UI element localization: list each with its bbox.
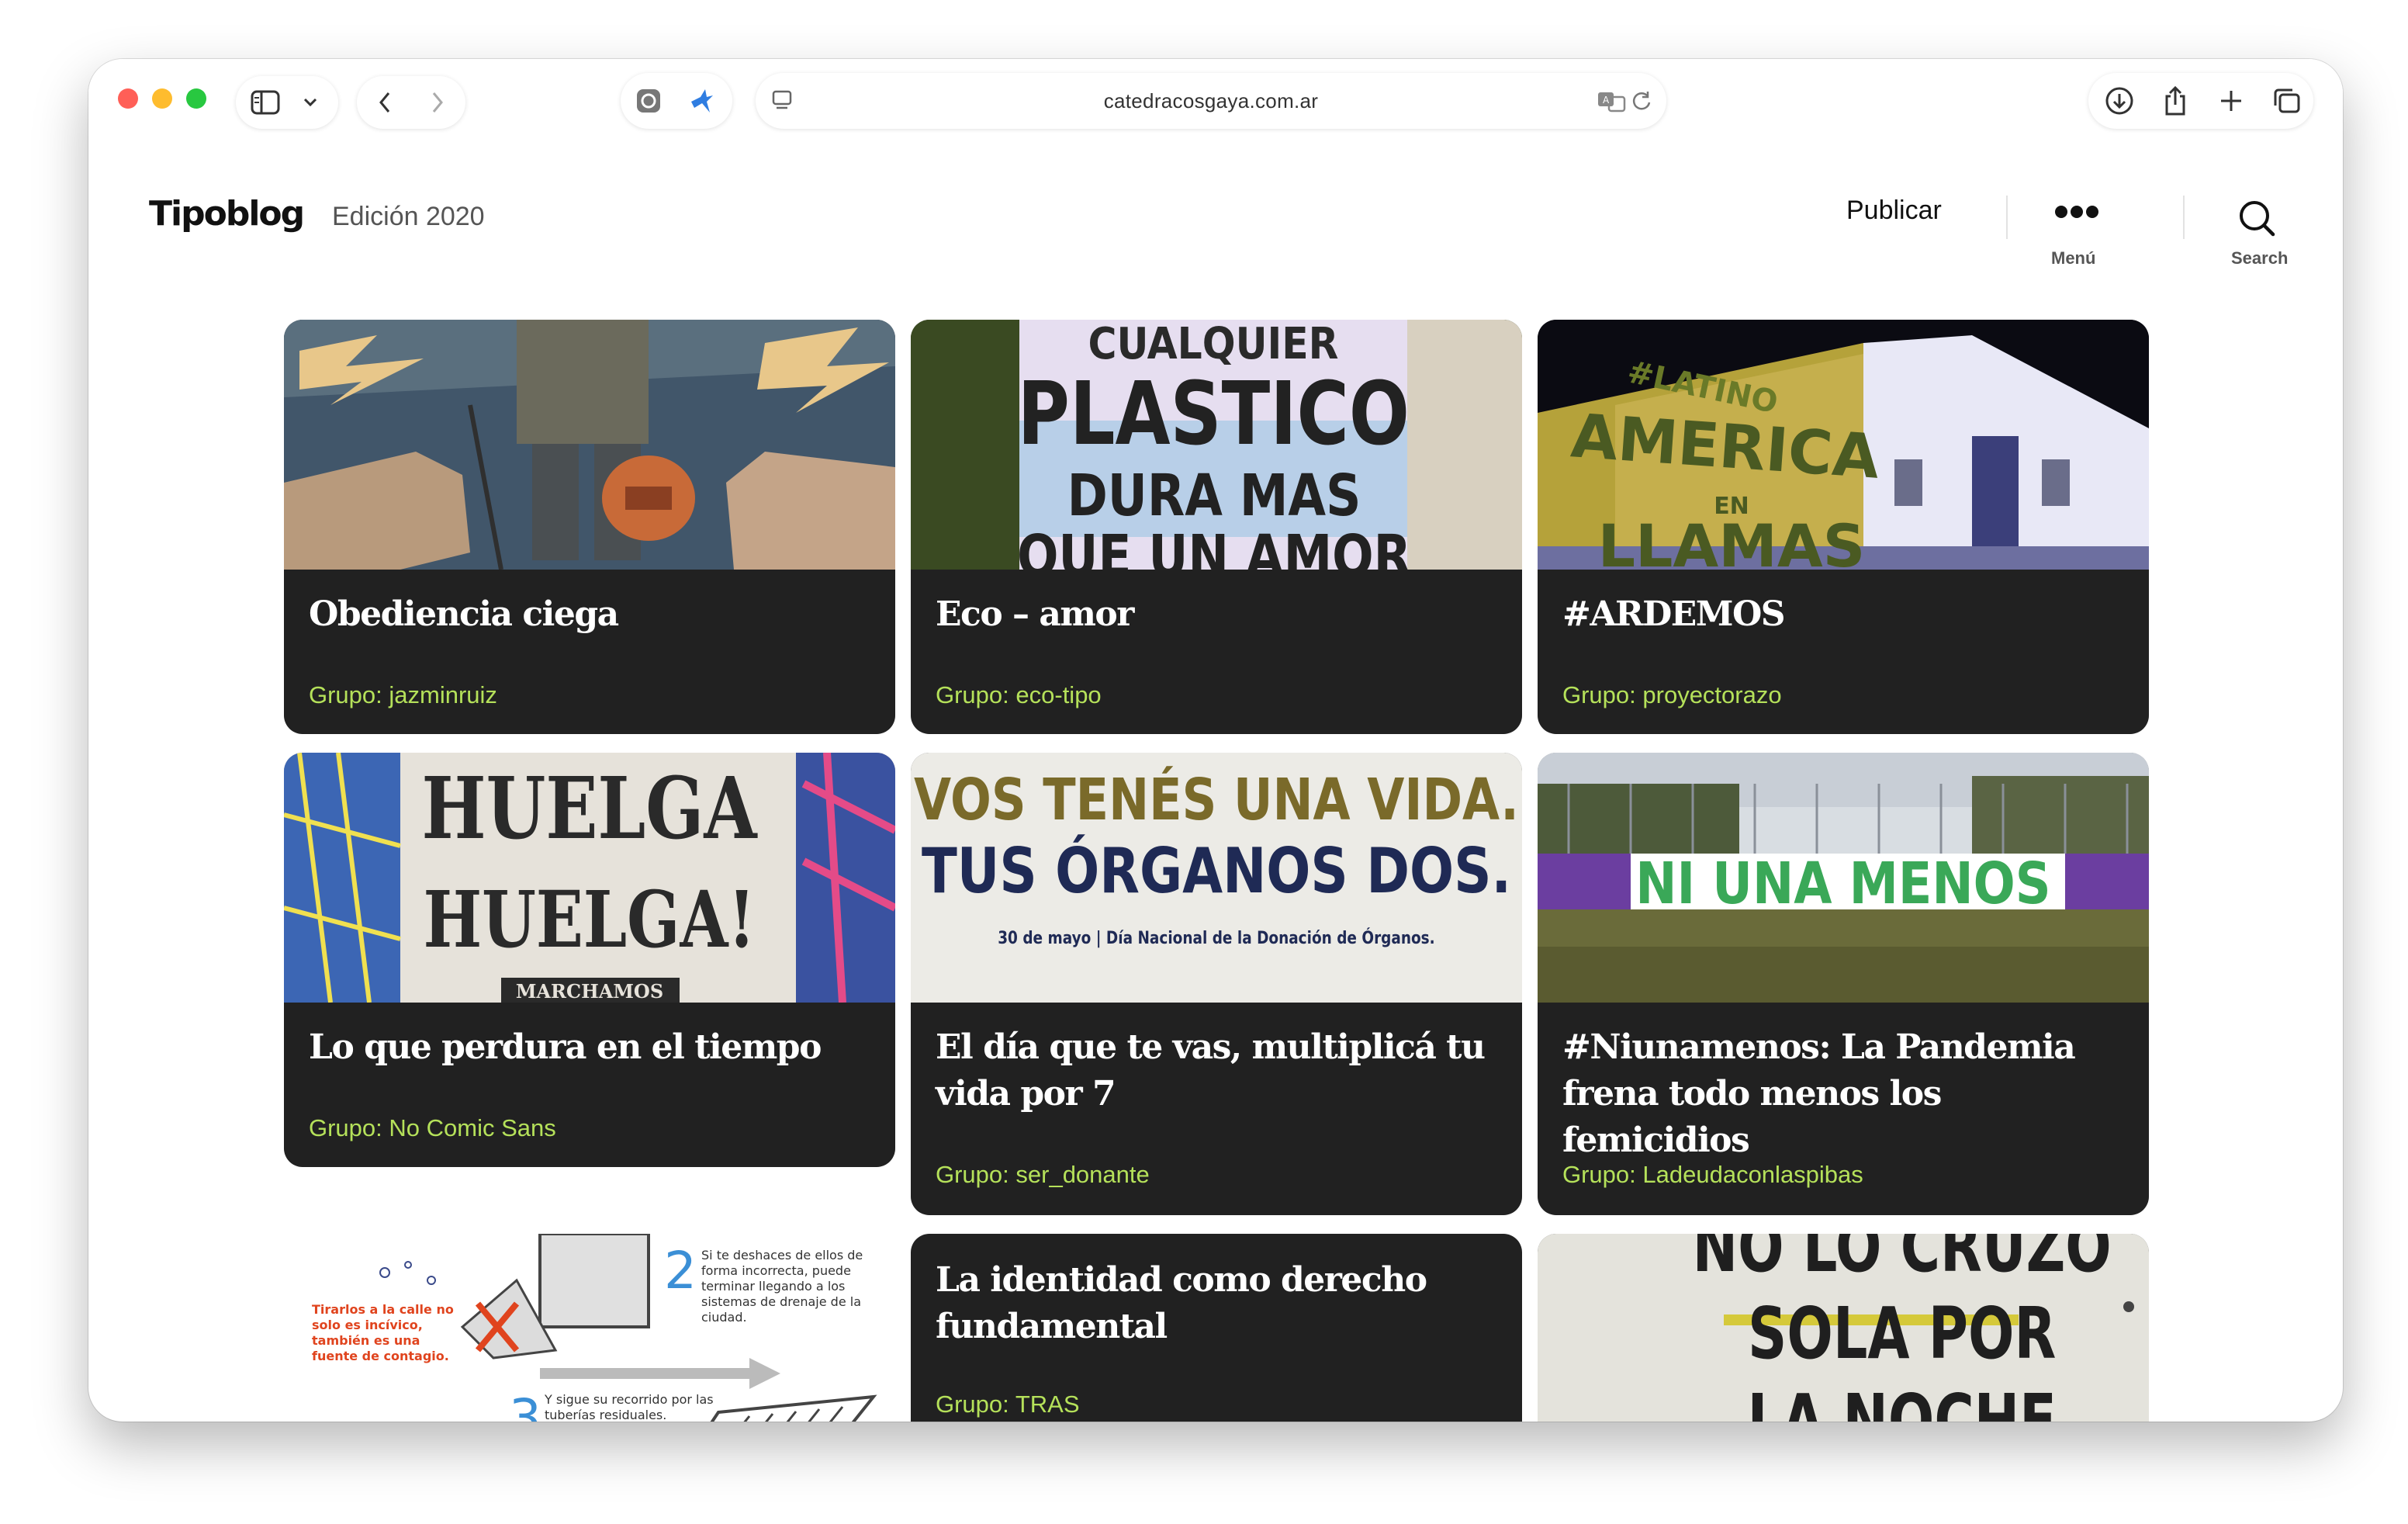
downloads-icon[interactable] [2104, 85, 2135, 116]
post-card[interactable]: La identidad como derecho fundamental Gr… [911, 1234, 1522, 1422]
image-text: MARCHAMOS [516, 980, 663, 1003]
image-text: 3 [509, 1388, 541, 1422]
image-text: NI UNA MENOS [1635, 850, 2050, 917]
share-icon[interactable] [2160, 84, 2191, 118]
extension-grammar-icon[interactable] [635, 87, 663, 115]
header-divider [2183, 196, 2185, 239]
post-card[interactable]: #LATINO AMERICA EN LLAMAS #ARDEMOS Grupo… [1538, 320, 2149, 734]
site-edition: Edición 2020 [332, 202, 485, 231]
close-window-button[interactable] [118, 88, 138, 109]
publicar-link[interactable]: Publicar [1846, 196, 1942, 226]
new-tab-icon[interactable] [2216, 85, 2247, 116]
post-image-comic[interactable] [284, 320, 895, 570]
svg-text:A: A [1603, 95, 1610, 106]
post-card[interactable]: NO LO CRUZO SOLA POR LA NOCHE [1538, 1234, 2149, 1422]
image-text: SOLA POR [1748, 1293, 2056, 1376]
address-bar[interactable]: catedracosgaya.com.ar A [756, 73, 1666, 129]
image-text: HUELGA [421, 758, 758, 858]
search-label[interactable]: Search [2231, 248, 2288, 268]
post-image-infographic[interactable]: 2 Si te deshaces de ellos de forma incor… [284, 1234, 895, 1422]
post-title[interactable]: #ARDEMOS [1562, 591, 2124, 638]
post-group[interactable]: Grupo: jazminruiz [309, 681, 497, 709]
image-text: TUS ÓRGANOS DOS. [922, 835, 1511, 907]
post-card[interactable]: CUALQUIER PLASTICO DURA MAS QUE UN AMOR … [911, 320, 1522, 734]
image-text: HUELGA! [424, 875, 756, 965]
post-title[interactable]: Lo que perdura en el tiempo [309, 1024, 870, 1071]
post-group[interactable]: Grupo: eco-tipo [936, 681, 1102, 709]
navigation-group [357, 76, 465, 129]
translate-icon[interactable]: A [1597, 87, 1628, 115]
menu-label[interactable]: Menú [2051, 248, 2095, 268]
post-group[interactable]: Grupo: TRAS [936, 1391, 1080, 1418]
post-card[interactable]: HUELGA HUELGA! MARCHAMOS Lo que perdura … [284, 753, 895, 1167]
post-card[interactable]: 2 Si te deshaces de ellos de forma incor… [284, 1234, 895, 1422]
image-text: DURA MAS [1067, 462, 1361, 529]
image-text: Y sigue su recorrido por las tuberías re… [545, 1392, 714, 1422]
minimize-window-button[interactable] [152, 88, 172, 109]
chevron-down-icon[interactable] [298, 90, 323, 115]
zoom-window-button[interactable] [186, 88, 206, 109]
image-text: 30 de mayo | Día Nacional de la Donación… [998, 927, 1434, 948]
sidebar-icon[interactable] [250, 87, 281, 118]
post-title[interactable]: Eco – amor [936, 591, 1497, 638]
site-logo[interactable]: Tipoblog [149, 194, 305, 234]
image-text: LLAMAS [1598, 511, 1866, 570]
image-text: 2 [664, 1241, 697, 1301]
image-text: PLASTICO [1018, 364, 1410, 465]
post-card[interactable]: VOS TENÉS UNA VIDA. TUS ÓRGANOS DOS. 30 … [911, 753, 1522, 1215]
url-text: catedracosgaya.com.ar [1103, 89, 1319, 113]
post-group[interactable]: Grupo: ser_donante [936, 1161, 1150, 1189]
back-button[interactable] [369, 87, 400, 118]
post-title[interactable]: El día que te vas, multiplicá tu vida po… [936, 1024, 1497, 1117]
browser-window: catedracosgaya.com.ar A Tipoblog Edición… [88, 59, 2343, 1422]
post-title[interactable]: La identidad como derecho fundamental [936, 1257, 1497, 1350]
image-text: VOS TENÉS UNA VIDA. [914, 767, 1519, 834]
image-text: NO LO CRUZO [1693, 1234, 2112, 1289]
post-image-noche[interactable]: NO LO CRUZO SOLA POR LA NOCHE [1538, 1234, 2149, 1422]
browser-toolbar: catedracosgaya.com.ar A [88, 59, 2343, 144]
post-card[interactable]: Obediencia ciega Grupo: jazminruiz [284, 320, 895, 734]
post-group[interactable]: Grupo: Ladeudaconlaspibas [1562, 1161, 1863, 1189]
image-text: Si te deshaces de ellos de forma incorre… [701, 1248, 863, 1325]
post-card[interactable]: NI UNA MENOS #Niunamenos: La Pandemia fr… [1538, 753, 2149, 1215]
header-divider [2006, 196, 2008, 239]
post-image-organ-donation[interactable]: VOS TENÉS UNA VIDA. TUS ÓRGANOS DOS. 30 … [911, 753, 1522, 1003]
sidebar-toggle-group [236, 76, 338, 129]
menu-dots-icon[interactable] [2054, 203, 2099, 220]
post-image-plastic[interactable]: CUALQUIER PLASTICO DURA MAS QUE UN AMOR [911, 320, 1522, 570]
search-icon[interactable] [2237, 199, 2276, 237]
post-image-niunamenos[interactable]: NI UNA MENOS [1538, 753, 2149, 1003]
image-text: QUE UN AMOR [1017, 523, 1411, 570]
post-title[interactable]: Obediencia ciega [309, 591, 870, 638]
image-text: Tirarlos a la calle no solo es incívico,… [312, 1302, 454, 1363]
post-image-projection[interactable]: #LATINO AMERICA EN LLAMAS [1538, 320, 2149, 570]
post-title[interactable]: #Niunamenos: La Pandemia frena todo meno… [1562, 1024, 2124, 1164]
forward-button[interactable] [422, 87, 453, 118]
image-text: LA NOCHE [1747, 1380, 2056, 1422]
browser-actions-group [2088, 73, 2313, 129]
post-group[interactable]: Grupo: No Comic Sans [309, 1114, 556, 1142]
post-group[interactable]: Grupo: proyectorazo [1562, 681, 1782, 709]
reload-icon[interactable] [1628, 87, 1656, 115]
extension-bird-icon[interactable] [686, 85, 717, 116]
image-text: CUALQUIER [1088, 320, 1339, 369]
extensions-group [621, 73, 732, 129]
tab-overview-icon[interactable] [2271, 85, 2302, 116]
post-image-huelga[interactable]: HUELGA HUELGA! MARCHAMOS [284, 753, 895, 1003]
